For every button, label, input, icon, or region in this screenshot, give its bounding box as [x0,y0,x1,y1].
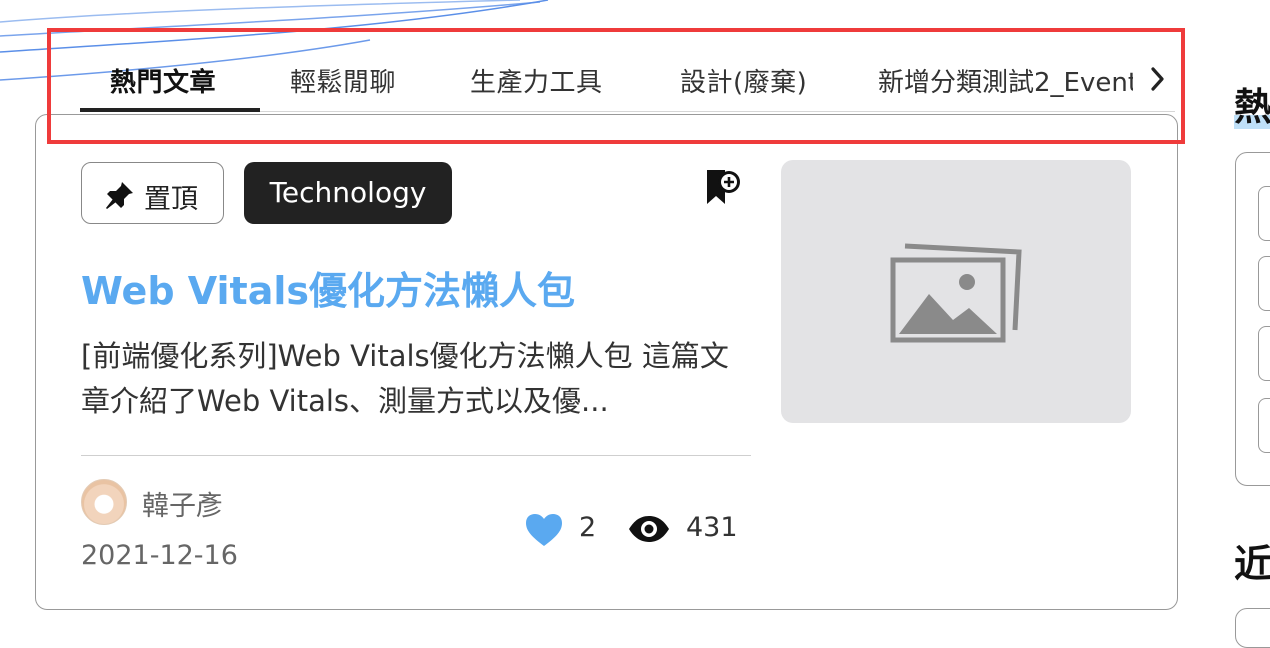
sidebar-item[interactable] [1258,186,1270,241]
card-divider [81,455,751,456]
sidebar-item[interactable] [1258,326,1270,381]
avatar[interactable] [81,479,127,525]
highlight-box [47,28,1185,144]
sidebar-panel-recent [1235,608,1270,648]
author-name[interactable]: 韓子彥 [142,484,223,523]
image-placeholder-icon [890,243,1022,343]
pin-icon [106,182,133,209]
sidebar-item[interactable] [1258,398,1270,453]
pinned-label: 置頂 [144,184,198,215]
eye-icon [629,516,669,542]
sidebar-item[interactable] [1258,256,1270,311]
heart-icon[interactable] [524,512,564,548]
sidebar-heading-hot-text: 熱 [1234,85,1270,129]
sidebar-heading-hot: 熱 [1234,76,1270,131]
pinned-badge: 置頂 [81,162,224,224]
article-excerpt: [前端優化系列]Web Vitals優化方法懶人包 這篇文章介紹了Web Vit… [81,339,729,418]
article-title[interactable]: Web Vitals優化方法懶人包 [81,260,575,315]
bookmark-add-icon[interactable] [705,168,743,208]
view-count: 431 [686,512,738,543]
publish-date: 2021-12-16 [81,540,238,571]
sidebar-heading-recent: 近 [1234,542,1270,586]
article-thumbnail[interactable] [781,160,1131,423]
like-count: 2 [579,512,597,543]
category-tag[interactable]: Technology [244,162,452,224]
